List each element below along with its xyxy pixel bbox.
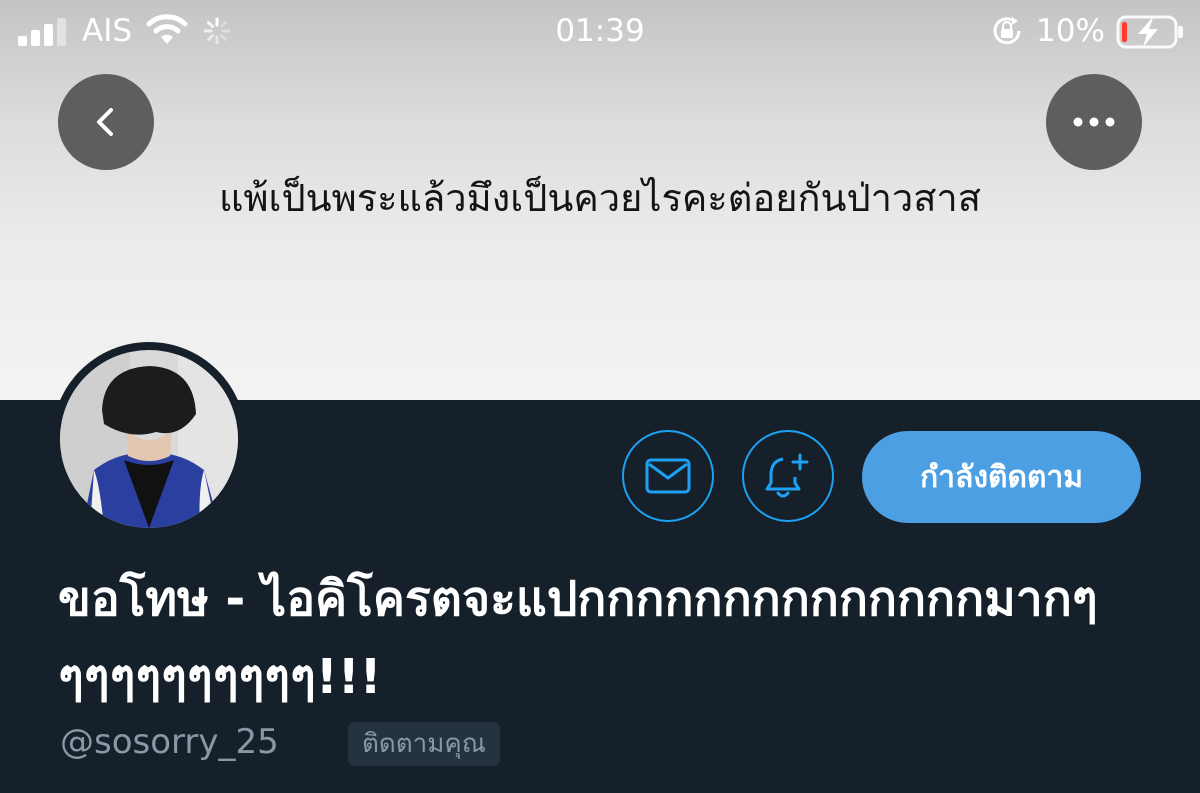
follows-you-badge: ติดตามคุณ [348, 722, 500, 766]
bell-plus-icon [765, 453, 809, 498]
carrier-label: AIS [82, 13, 133, 49]
more-horizontal-icon [1073, 117, 1115, 127]
back-button[interactable] [58, 74, 154, 170]
username: @sosorry_25 [60, 722, 279, 762]
display-name: ขอโทษ - ไอคิโครตจะแปกกกกกกกกกกกกกกมากๆๆๆ… [58, 571, 1098, 705]
following-button[interactable]: กำลังติดตาม [862, 431, 1141, 523]
charging-bolt-icon [1138, 18, 1158, 47]
clock: 01:39 [555, 13, 645, 49]
profile-header-banner: AIS 01:39 10% แพ้เป็นพระแล้วมึงเป็นควยไร… [0, 0, 1200, 400]
status-bar: AIS 01:39 10% [0, 0, 1200, 64]
mail-icon [645, 458, 691, 494]
avatar[interactable] [52, 342, 246, 536]
battery-percent: 10% [1036, 13, 1105, 49]
orientation-lock-icon [990, 14, 1024, 52]
message-button[interactable] [622, 430, 714, 522]
signal-icon [18, 16, 74, 46]
loading-spinner-icon [202, 16, 232, 50]
battery-icon [1116, 14, 1188, 54]
more-options-button[interactable] [1046, 74, 1142, 170]
wifi-icon [145, 12, 189, 50]
banner-caption: แพ้เป็นพระแล้วมึงเป็นควยไรคะต่อยกันป่าวส… [219, 176, 981, 220]
chevron-left-icon [97, 108, 113, 136]
notifications-button[interactable] [742, 430, 834, 522]
